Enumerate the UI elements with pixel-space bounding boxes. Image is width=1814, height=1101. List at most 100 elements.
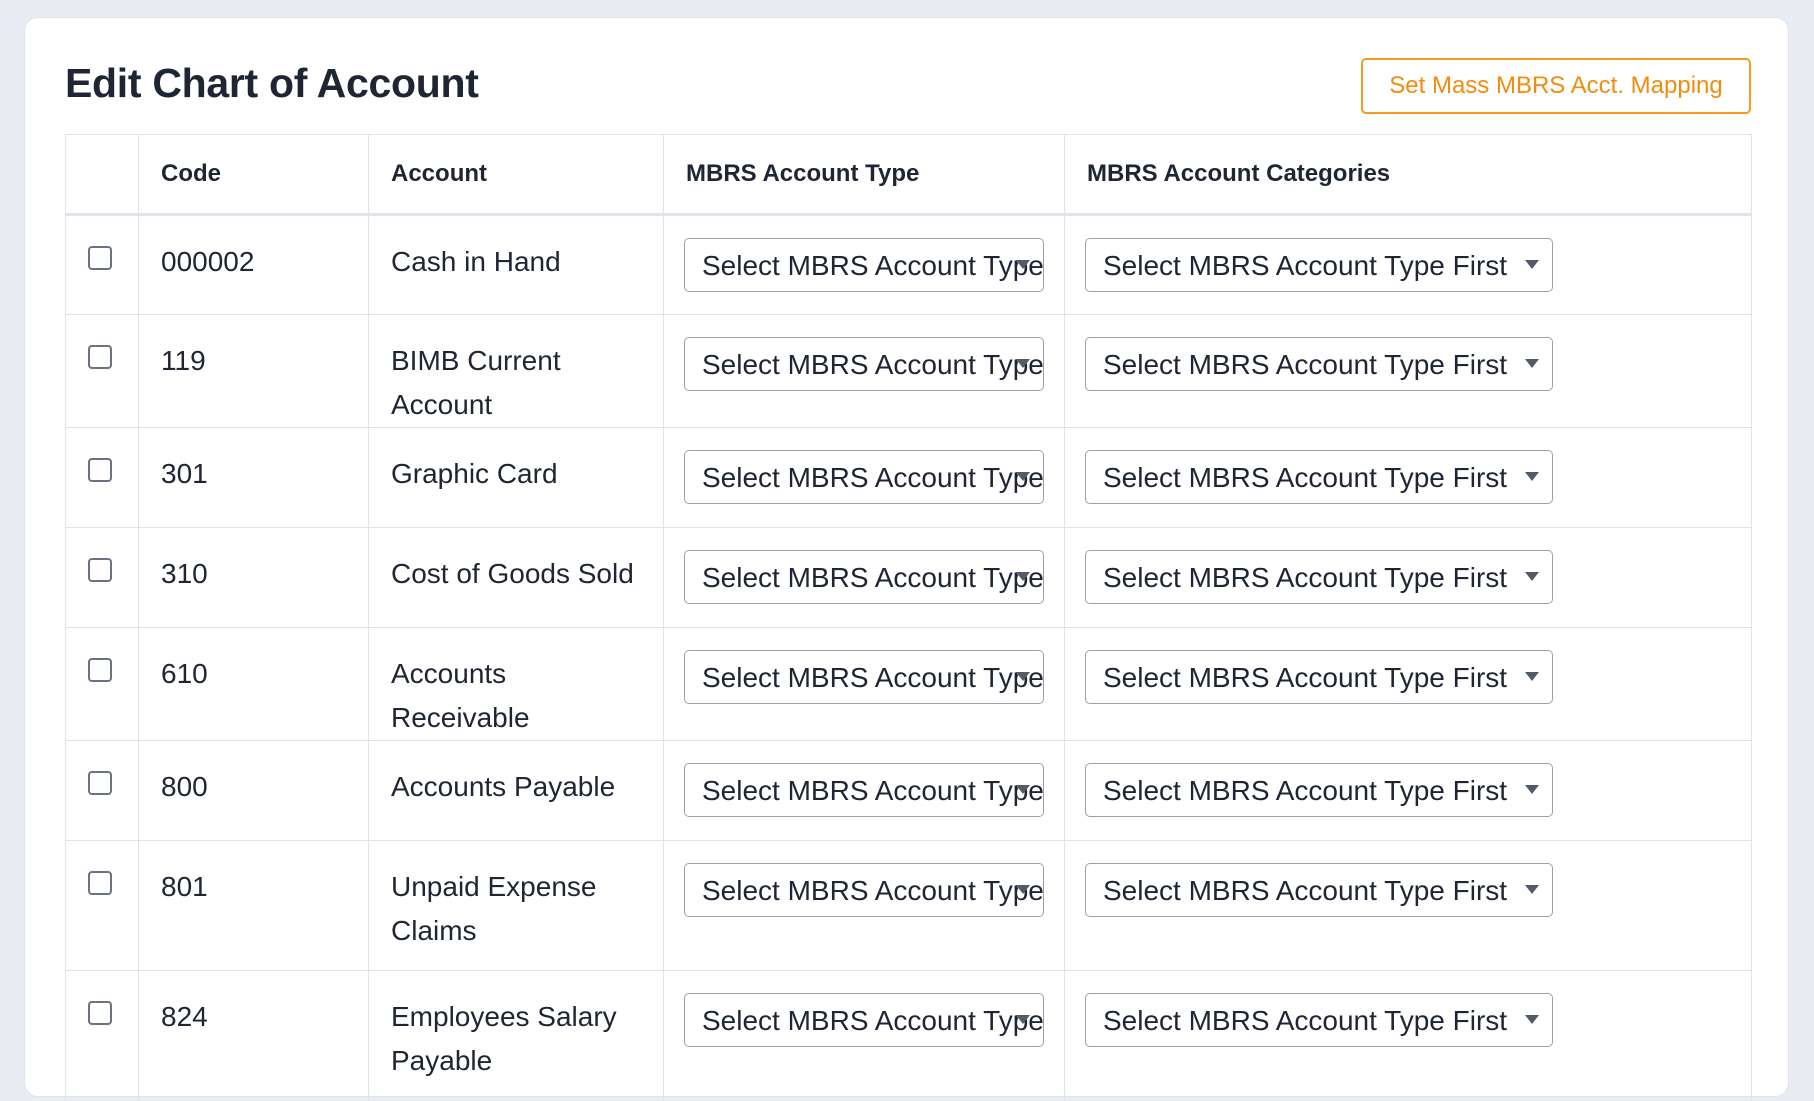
table-header-row: Code Account MBRS Account Type MBRS Acco… [65,134,1752,216]
chevron-down-icon [1016,572,1030,581]
mbrs-account-type-select[interactable]: Select MBRS Account Type [684,863,1044,917]
chevron-down-icon [1525,572,1539,581]
code-cell: 000002 [138,214,369,315]
row-checkbox[interactable] [88,345,112,369]
category-cell: Select MBRS Account Type First [1064,627,1752,741]
table-row: 119 BIMB Current Account Select MBRS Acc… [65,314,1752,428]
set-mass-mbrs-mapping-button[interactable]: Set Mass MBRS Acct. Mapping [1361,58,1751,114]
account-cell: Cost of Goods Sold [368,527,664,628]
mbrs-account-type-select-label: Select MBRS Account Type [702,1005,1044,1036]
account-cell: Graphic Card [368,427,664,528]
mbrs-account-category-select-label: Select MBRS Account Type First [1103,349,1508,380]
row-checkbox[interactable] [88,458,112,482]
chart-of-account-table-wrap: Code Account MBRS Account Type MBRS Acco… [65,134,1752,1101]
chevron-down-icon [1016,785,1030,794]
code-cell: 801 [138,840,369,971]
chart-of-account-table: Code Account MBRS Account Type MBRS Acco… [65,134,1752,1101]
mbrs-account-category-select[interactable]: Select MBRS Account Type First [1085,650,1553,704]
mbrs-account-category-select[interactable]: Select MBRS Account Type First [1085,550,1553,604]
type-cell: Select MBRS Account Type [663,214,1065,315]
category-cell: Select MBRS Account Type First [1064,214,1752,315]
type-cell: Select MBRS Account Type [663,840,1065,971]
category-cell: Select MBRS Account Type First [1064,427,1752,528]
header-account: Account [368,134,664,216]
row-checkbox[interactable] [88,871,112,895]
type-cell: Select MBRS Account Type [663,527,1065,628]
mbrs-account-category-select[interactable]: Select MBRS Account Type First [1085,238,1553,292]
type-cell: Select MBRS Account Type [663,314,1065,428]
chevron-down-icon [1016,1015,1030,1024]
mbrs-account-type-select-label: Select MBRS Account Type [702,349,1044,380]
table-row: 610 Accounts Receivable Select MBRS Acco… [65,627,1752,741]
select-cell [65,627,139,741]
category-cell: Select MBRS Account Type First [1064,970,1752,1101]
row-checkbox[interactable] [88,771,112,795]
mbrs-account-type-select[interactable]: Select MBRS Account Type [684,450,1044,504]
mbrs-account-category-select-label: Select MBRS Account Type First [1103,662,1508,693]
edit-chart-of-account-card: Edit Chart of Account Set Mass MBRS Acct… [24,17,1789,1101]
select-cell [65,840,139,971]
chevron-down-icon [1525,785,1539,794]
select-cell [65,214,139,315]
table-row: 000002 Cash in Hand Select MBRS Account … [65,214,1752,315]
type-cell: Select MBRS Account Type [663,427,1065,528]
mbrs-account-type-select[interactable]: Select MBRS Account Type [684,650,1044,704]
header-select [65,134,139,216]
table-row: 800 Accounts Payable Select MBRS Account… [65,740,1752,841]
code-cell: 824 [138,970,369,1101]
chevron-down-icon [1016,260,1030,269]
mbrs-account-category-select[interactable]: Select MBRS Account Type First [1085,863,1553,917]
chevron-down-icon [1525,359,1539,368]
code-cell: 301 [138,427,369,528]
account-cell: BIMB Current Account [368,314,664,428]
account-cell: Cash in Hand [368,214,664,315]
account-cell: Unpaid Expense Claims [368,840,664,971]
row-checkbox[interactable] [88,558,112,582]
mbrs-account-type-select-label: Select MBRS Account Type [702,562,1044,593]
code-cell: 310 [138,527,369,628]
mbrs-account-category-select[interactable]: Select MBRS Account Type First [1085,450,1553,504]
mbrs-account-type-select-label: Select MBRS Account Type [702,875,1044,906]
mbrs-account-type-select[interactable]: Select MBRS Account Type [684,238,1044,292]
mbrs-account-type-select-label: Select MBRS Account Type [702,775,1044,806]
table-row: 310 Cost of Goods Sold Select MBRS Accou… [65,527,1752,628]
code-cell: 610 [138,627,369,741]
mbrs-account-category-select-label: Select MBRS Account Type First [1103,462,1508,493]
mbrs-account-type-select-label: Select MBRS Account Type [702,462,1044,493]
mbrs-account-category-select[interactable]: Select MBRS Account Type First [1085,337,1553,391]
category-cell: Select MBRS Account Type First [1064,840,1752,971]
mbrs-account-type-select[interactable]: Select MBRS Account Type [684,550,1044,604]
header-mbrs-account-categories: MBRS Account Categories [1064,134,1752,216]
chevron-down-icon [1016,885,1030,894]
mbrs-account-type-select[interactable]: Select MBRS Account Type [684,993,1044,1047]
select-cell [65,740,139,841]
chevron-down-icon [1016,672,1030,681]
mbrs-account-category-select-label: Select MBRS Account Type First [1103,775,1508,806]
mbrs-account-type-select-label: Select MBRS Account Type [702,662,1044,693]
category-cell: Select MBRS Account Type First [1064,527,1752,628]
page-title: Edit Chart of Account [65,60,479,106]
type-cell: Select MBRS Account Type [663,627,1065,741]
mbrs-account-category-select[interactable]: Select MBRS Account Type First [1085,763,1553,817]
chevron-down-icon [1525,1015,1539,1024]
chevron-down-icon [1525,672,1539,681]
mbrs-account-type-select[interactable]: Select MBRS Account Type [684,763,1044,817]
mbrs-account-type-select[interactable]: Select MBRS Account Type [684,337,1044,391]
select-cell [65,314,139,428]
select-cell [65,427,139,528]
table-row: 824 Employees Salary Payable Select MBRS… [65,970,1752,1101]
header-mbrs-account-type: MBRS Account Type [663,134,1065,216]
category-cell: Select MBRS Account Type First [1064,314,1752,428]
chevron-down-icon [1525,260,1539,269]
mbrs-account-category-select[interactable]: Select MBRS Account Type First [1085,993,1553,1047]
row-checkbox[interactable] [88,658,112,682]
row-checkbox[interactable] [88,1001,112,1025]
mbrs-account-category-select-label: Select MBRS Account Type First [1103,250,1508,281]
chevron-down-icon [1525,885,1539,894]
row-checkbox[interactable] [88,246,112,270]
category-cell: Select MBRS Account Type First [1064,740,1752,841]
code-cell: 119 [138,314,369,428]
table-row: 301 Graphic Card Select MBRS Account Typ… [65,427,1752,528]
table-row: 801 Unpaid Expense Claims Select MBRS Ac… [65,840,1752,971]
type-cell: Select MBRS Account Type [663,970,1065,1101]
